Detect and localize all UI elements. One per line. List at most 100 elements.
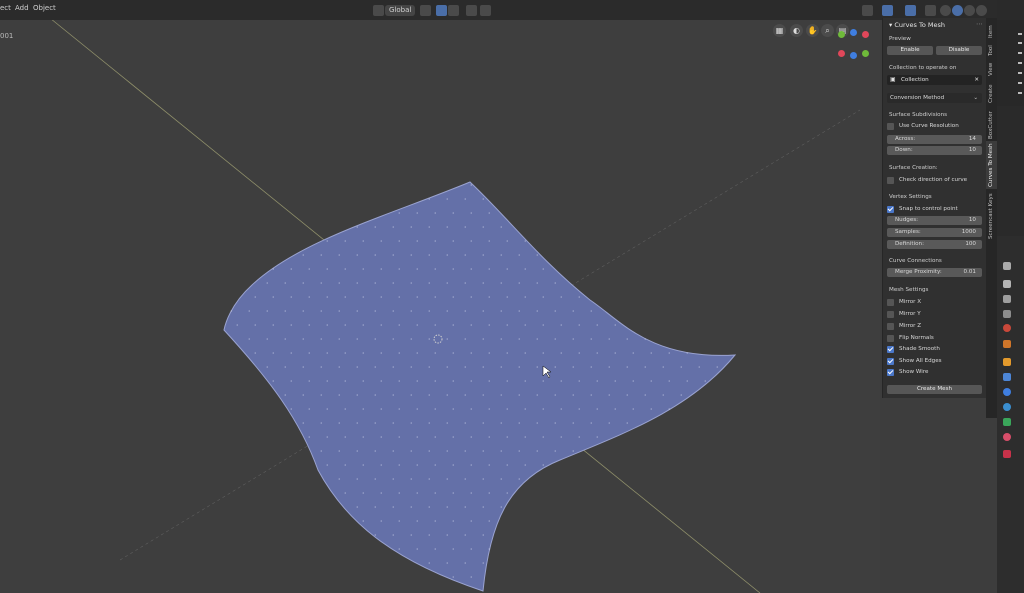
zoom-icon[interactable]: ⌕ (821, 24, 834, 37)
tool-properties-icon[interactable] (1003, 262, 1011, 270)
tab-curves-to-mesh[interactable]: Curves To Mesh (986, 141, 997, 189)
mesh-vertex (398, 212, 401, 214)
mesh-vertex (536, 422, 539, 424)
mesh-vertex (464, 422, 467, 424)
tab-tool[interactable]: Tool (986, 40, 997, 58)
shading-solid-icon[interactable] (952, 5, 963, 16)
view-object-types-icon[interactable] (862, 5, 873, 16)
mesh-vertex (416, 380, 419, 382)
gizmo-neg-y-icon[interactable] (862, 50, 869, 57)
conversion-method-dropdown[interactable]: Conversion Method ⌄ (887, 93, 982, 103)
mesh-vertex (554, 422, 557, 424)
constraints-properties-icon[interactable] (1003, 418, 1011, 426)
modifier-properties-icon[interactable] (1003, 373, 1011, 381)
proportional-edit-icon[interactable] (466, 5, 477, 16)
collection-field[interactable]: ▣ Collection ✕ (887, 75, 982, 85)
outliner-row[interactable] (1018, 62, 1022, 64)
mesh-vertex (590, 394, 593, 396)
tab-boxcutter[interactable]: BoxCutter (986, 105, 997, 141)
pan-hand-icon[interactable]: ✋ (806, 24, 819, 37)
mesh-vertex (290, 352, 293, 354)
gizmo-neg-x-icon[interactable] (838, 50, 845, 57)
tab-view[interactable]: View (986, 58, 997, 78)
transform-orientation-icon[interactable] (373, 5, 384, 16)
shading-material-icon[interactable] (964, 5, 975, 16)
physics-properties-icon[interactable] (1003, 403, 1011, 411)
mesh-vertex (326, 324, 329, 326)
merge-proximity-field[interactable]: Merge Proximity: 0.01 (887, 268, 982, 277)
gizmo-y-axis-icon[interactable] (838, 31, 845, 38)
output-properties-icon[interactable] (1003, 295, 1011, 303)
mesh-vertex (452, 268, 455, 270)
camera-view-icon[interactable]: ▦ (773, 24, 786, 37)
xray-icon[interactable] (925, 5, 936, 16)
mesh-vertex (506, 380, 509, 382)
perspective-toggle-icon[interactable]: ◐ (790, 24, 803, 37)
properties-editor[interactable] (997, 236, 1024, 593)
panel-title[interactable]: ▾ Curves To Mesh (889, 21, 945, 29)
orientation-dropdown[interactable]: Global (385, 5, 415, 16)
outliner-row[interactable] (1018, 52, 1022, 54)
menu-object[interactable]: Object (33, 4, 56, 12)
checkbox-box (887, 206, 894, 213)
outliner-row[interactable] (1018, 82, 1022, 84)
mesh-vertex (542, 380, 545, 382)
panel-menu-icon[interactable]: ⋯ (976, 20, 983, 28)
pivot-icon[interactable] (420, 5, 431, 16)
3d-viewport[interactable] (0, 0, 880, 593)
surface-creation-label: Surface Creation: (889, 165, 938, 171)
scene-canvas[interactable] (0, 0, 880, 593)
mesh-surface[interactable] (223, 181, 737, 592)
down-field[interactable]: Down: 10 (887, 146, 982, 155)
mesh-vertex (416, 408, 419, 410)
menu-add[interactable]: Add (15, 4, 29, 12)
mesh-vertex (320, 450, 323, 452)
mesh-vertex (590, 310, 593, 312)
disable-button[interactable]: Disable (936, 46, 982, 55)
shading-wireframe-icon[interactable] (940, 5, 951, 16)
object-properties-icon[interactable] (1003, 358, 1011, 366)
preview-label: Preview (889, 36, 911, 42)
outliner-row[interactable] (1018, 92, 1022, 94)
world-properties-icon[interactable] (1003, 340, 1011, 348)
mesh-vertex (500, 226, 503, 228)
gizmo-z-axis-icon[interactable] (850, 29, 857, 36)
render-properties-icon[interactable] (1003, 280, 1011, 288)
snap-icon[interactable] (436, 5, 447, 16)
samples-field[interactable]: Samples: 1000 (887, 228, 982, 237)
particles-properties-icon[interactable] (1003, 388, 1011, 396)
outliner-row[interactable] (1018, 33, 1022, 35)
mesh-vertex (452, 576, 455, 578)
mesh-vertex (464, 478, 467, 480)
mesh-vertex (428, 478, 431, 480)
texture-properties-icon[interactable] (1003, 450, 1011, 458)
gizmo-neg-z-icon[interactable] (850, 52, 857, 59)
scene-properties-icon[interactable] (1003, 324, 1011, 332)
mesh-vertex (572, 450, 575, 452)
gizmo-x-axis-icon[interactable] (862, 31, 869, 38)
enable-button[interactable]: Enable (887, 46, 933, 55)
overlays-icon[interactable] (905, 5, 916, 16)
falloff-icon[interactable] (480, 5, 491, 16)
shading-rendered-icon[interactable] (976, 5, 987, 16)
material-properties-icon[interactable] (1003, 433, 1011, 441)
across-field[interactable]: Across: 14 (887, 135, 982, 144)
nudges-field[interactable]: Nudges: 10 (887, 216, 982, 225)
tab-screencast-keys[interactable]: Screencast Keys (986, 189, 997, 241)
outliner-row[interactable] (1018, 42, 1022, 44)
definition-field[interactable]: Definition: 100 (887, 240, 982, 249)
clear-collection-icon[interactable]: ✕ (974, 75, 979, 85)
create-mesh-button[interactable]: Create Mesh (887, 385, 982, 394)
gizmo-icon[interactable] (882, 5, 893, 16)
tab-item[interactable]: Item (986, 18, 997, 40)
view-layer-properties-icon[interactable] (1003, 310, 1011, 318)
samples-value: 1000 (961, 229, 976, 235)
outliner-row[interactable] (1018, 72, 1022, 74)
chevron-down-icon: ⌄ (973, 95, 978, 101)
tab-create[interactable]: Create (986, 78, 997, 105)
menu-select[interactable]: ect (0, 4, 11, 12)
snap-target-icon[interactable] (448, 5, 459, 16)
mesh-vertex (500, 506, 503, 508)
mesh-vertex (374, 534, 377, 536)
mesh-vertex (452, 408, 455, 410)
